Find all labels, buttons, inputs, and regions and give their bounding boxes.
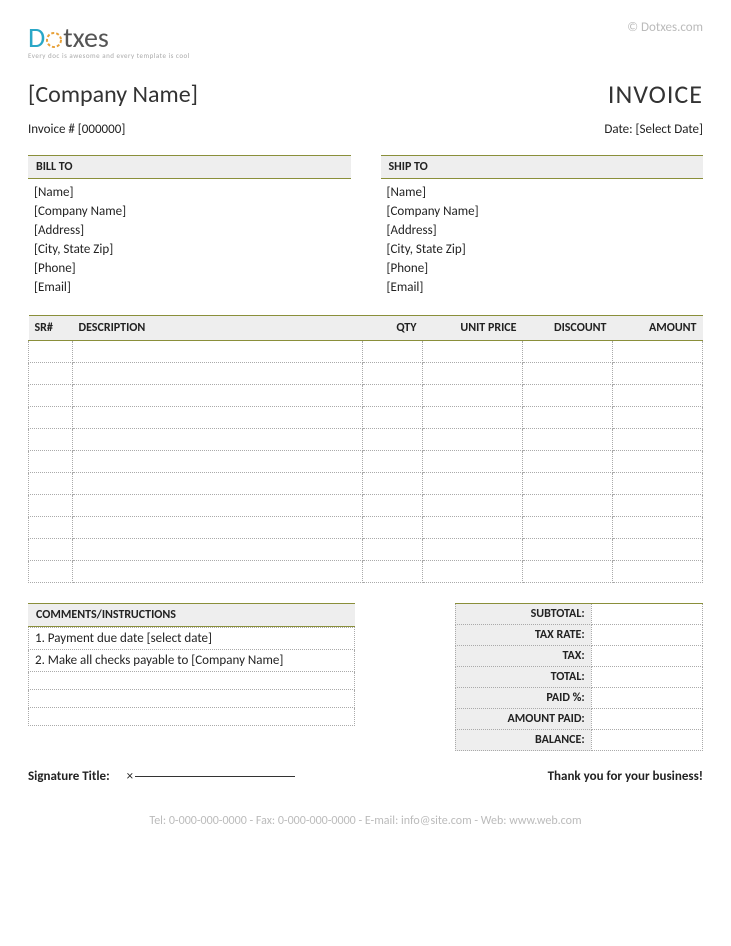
bill-to-company: [Company Name]	[34, 202, 351, 221]
table-row	[29, 539, 703, 561]
subtotal-label: SUBTOTAL:	[455, 604, 591, 625]
comments-table: 1. Payment due date [select date] 2. Mak…	[28, 627, 355, 726]
col-desc: DESCRIPTION	[73, 316, 363, 341]
bill-to-box: BILL TO [Name] [Company Name] [Address] …	[28, 155, 351, 297]
col-amt: AMOUNT	[613, 316, 703, 341]
col-disc: DISCOUNT	[523, 316, 613, 341]
paidpct-value	[591, 688, 702, 709]
table-row	[29, 561, 703, 583]
bill-to-phone: [Phone]	[34, 259, 351, 278]
ship-to-email: [Email]	[387, 278, 704, 297]
signature-block: Signature Title: ×	[28, 769, 295, 784]
logo-part2: txes	[63, 20, 109, 55]
invoice-number: Invoice # [000000]	[28, 122, 125, 137]
table-row	[29, 341, 703, 363]
ship-to-lines: [Name] [Company Name] [Address] [City, S…	[381, 179, 704, 297]
balance-label: BALANCE:	[455, 730, 591, 751]
comment-row	[29, 672, 355, 690]
logo-part1: D	[28, 20, 45, 55]
header-top: Dtxes Every doc is awesome and every tem…	[28, 20, 703, 60]
bill-to-header: BILL TO	[28, 155, 351, 179]
comment-line	[29, 690, 355, 708]
table-row	[29, 407, 703, 429]
comment-row: 1. Payment due date [select date]	[29, 628, 355, 650]
taxrate-value	[591, 625, 702, 646]
table-row	[29, 429, 703, 451]
ship-to-city: [City, State Zip]	[387, 240, 704, 259]
address-row: BILL TO [Name] [Company Name] [Address] …	[28, 155, 703, 297]
amountpaid-label: AMOUNT PAID:	[455, 709, 591, 730]
taxrate-label: TAX RATE:	[455, 625, 591, 646]
col-sr: SR#	[29, 316, 73, 341]
bill-to-address: [Address]	[34, 221, 351, 240]
logo-tagline: Every doc is awesome and every template …	[28, 51, 190, 60]
signature-label: Signature Title:	[28, 769, 110, 784]
balance-row: BALANCE:	[455, 730, 702, 751]
col-unit: UNIT PRICE	[423, 316, 523, 341]
thanks-text: Thank you for your business!	[548, 769, 703, 784]
comment-line	[29, 672, 355, 690]
subtotal-row: SUBTOTAL:	[455, 604, 702, 625]
bill-to-lines: [Name] [Company Name] [Address] [City, S…	[28, 179, 351, 297]
items-header-row: SR# DESCRIPTION QTY UNIT PRICE DISCOUNT …	[29, 316, 703, 341]
signature-underline	[135, 776, 295, 777]
watermark: © Dotxes.com	[627, 20, 703, 35]
amountpaid-row: AMOUNT PAID:	[455, 709, 702, 730]
table-row	[29, 473, 703, 495]
bill-to-name: [Name]	[34, 183, 351, 202]
comment-line	[29, 708, 355, 726]
ship-to-address: [Address]	[387, 221, 704, 240]
totals-table: SUBTOTAL: TAX RATE: TAX: TOTAL: PAID %: …	[455, 603, 703, 751]
table-row	[29, 385, 703, 407]
tax-row: TAX:	[455, 646, 702, 667]
comment-line: 1. Payment due date [select date]	[29, 628, 355, 650]
comment-row	[29, 708, 355, 726]
signature-x: ×	[127, 769, 133, 784]
bottom-row: COMMENTS/INSTRUCTIONS 1. Payment due dat…	[28, 603, 703, 751]
tax-value	[591, 646, 702, 667]
total-row: TOTAL:	[455, 667, 702, 688]
ship-to-phone: [Phone]	[387, 259, 704, 278]
subtotal-value	[591, 604, 702, 625]
total-label: TOTAL:	[455, 667, 591, 688]
table-row	[29, 451, 703, 473]
table-row	[29, 363, 703, 385]
bill-to-email: [Email]	[34, 278, 351, 297]
items-table: SR# DESCRIPTION QTY UNIT PRICE DISCOUNT …	[28, 315, 703, 583]
signature-line: ×	[127, 769, 295, 784]
comments-box: COMMENTS/INSTRUCTIONS 1. Payment due dat…	[28, 603, 355, 726]
table-row	[29, 495, 703, 517]
tax-label: TAX:	[455, 646, 591, 667]
title-row: [Company Name] INVOICE	[28, 78, 703, 110]
ship-to-company: [Company Name]	[387, 202, 704, 221]
paidpct-row: PAID %:	[455, 688, 702, 709]
meta-row: Invoice # [000000] Date: [Select Date]	[28, 122, 703, 137]
ship-to-header: SHIP TO	[381, 155, 704, 179]
totals-box: SUBTOTAL: TAX RATE: TAX: TOTAL: PAID %: …	[455, 603, 703, 751]
logo: Dtxes Every doc is awesome and every tem…	[28, 20, 190, 60]
ship-to-name: [Name]	[387, 183, 704, 202]
paidpct-label: PAID %:	[455, 688, 591, 709]
comment-row: 2. Make all checks payable to [Company N…	[29, 650, 355, 672]
invoice-label: INVOICE	[608, 78, 703, 110]
table-row	[29, 517, 703, 539]
taxrate-row: TAX RATE:	[455, 625, 702, 646]
comment-line: 2. Make all checks payable to [Company N…	[29, 650, 355, 672]
bill-to-city: [City, State Zip]	[34, 240, 351, 259]
signature-row: Signature Title: × Thank you for your bu…	[28, 769, 703, 784]
comment-row	[29, 690, 355, 708]
footer: Tel: 0-000-000-0000 - Fax: 0-000-000-000…	[28, 814, 703, 828]
amountpaid-value	[591, 709, 702, 730]
items-body	[29, 341, 703, 583]
col-qty: QTY	[363, 316, 423, 341]
comments-header: COMMENTS/INSTRUCTIONS	[28, 603, 355, 627]
ship-to-box: SHIP TO [Name] [Company Name] [Address] …	[381, 155, 704, 297]
balance-value	[591, 730, 702, 751]
company-name: [Company Name]	[28, 80, 198, 109]
invoice-date: Date: [Select Date]	[604, 122, 703, 137]
total-value	[591, 667, 702, 688]
